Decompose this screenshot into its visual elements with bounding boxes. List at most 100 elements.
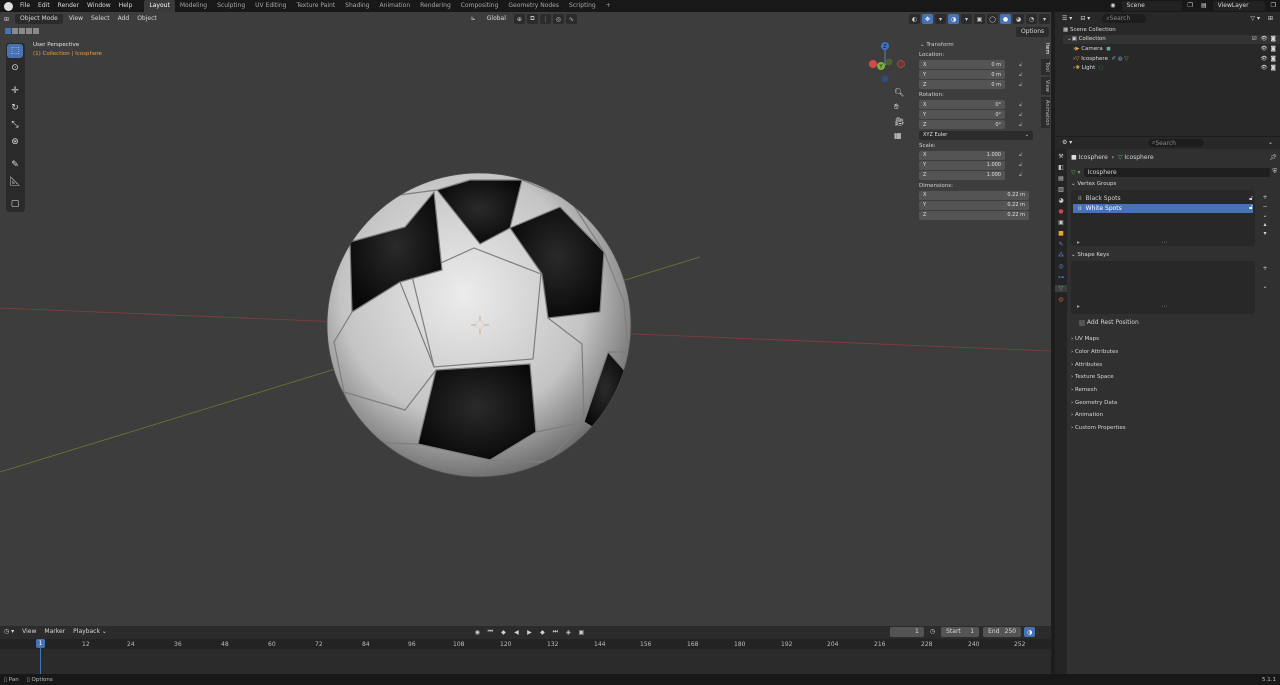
camera-row[interactable]: › ▶ Camera ◼ 👁︎ ◙: [1063, 44, 1280, 54]
visibility-icon[interactable]: ◐: [909, 14, 920, 24]
uv-maps-panel-header[interactable]: › UV Maps: [1071, 333, 1277, 346]
lock-icon[interactable]: 🔓︎: [1019, 72, 1022, 78]
light-row[interactable]: › ✺ Light ◌ 👁︎ ◙: [1063, 63, 1280, 73]
lock-icon[interactable]: 🔓︎: [1019, 152, 1022, 158]
select-new-icon[interactable]: [5, 28, 11, 34]
blender-logo-icon[interactable]: [4, 1, 13, 11]
pin-icon[interactable]: 📌︎: [1269, 154, 1277, 161]
menu-edit[interactable]: Edit: [34, 0, 54, 12]
lock-icon[interactable]: 🔓︎: [1249, 204, 1253, 212]
lock-icon[interactable]: 🔓︎: [1019, 82, 1022, 88]
snap-icon[interactable]: ⧉: [526, 14, 538, 24]
scale-y-field[interactable]: Y 1.000: [919, 160, 1005, 170]
data-tab-icon[interactable]: ▽: [1055, 285, 1067, 292]
list-item[interactable]: ⁞⁞ Black Spots 🔓︎: [1073, 194, 1253, 204]
jump-keyframe-back-icon[interactable]: ◆: [498, 627, 509, 637]
outliner-search-input[interactable]: ⌕ Search: [1102, 14, 1147, 23]
material-tab-icon[interactable]: ◍: [1058, 296, 1063, 303]
tab-rendering[interactable]: Rendering: [415, 0, 456, 12]
remove-vertex-group-button[interactable]: −: [1262, 203, 1267, 210]
tab-tool[interactable]: Tool: [1041, 59, 1050, 76]
select-intersect-icon[interactable]: [33, 28, 39, 34]
add-workspace-icon[interactable]: +: [601, 0, 616, 12]
output-tab-icon[interactable]: ▤: [1058, 175, 1064, 182]
camera-render-icon[interactable]: ◙: [1271, 36, 1276, 42]
display-mode-icon[interactable]: ⊟ ▾: [1076, 13, 1094, 25]
modifiers-tab-icon[interactable]: ✎: [1058, 241, 1063, 248]
overlay-options-icon[interactable]: ▾: [961, 14, 972, 24]
vertex-group-specials-icon[interactable]: ⌄: [1262, 212, 1267, 219]
world-tab-icon[interactable]: ●: [1058, 208, 1063, 215]
gizmo-neg-x-icon[interactable]: [897, 60, 905, 68]
shape-keys-panel-header[interactable]: ⌄ Shape Keys: [1071, 249, 1277, 261]
timeline-menu-view[interactable]: View: [18, 626, 40, 638]
jump-start-icon[interactable]: ⏮: [485, 627, 496, 637]
measure-tool-icon[interactable]: 📐︎: [7, 175, 23, 189]
rendered-shading-icon[interactable]: ◔: [1026, 14, 1037, 24]
resize-handle-icon[interactable]: ⋯: [1162, 239, 1168, 246]
timeline-menu-playback[interactable]: Playback ⌄: [69, 626, 111, 638]
play-icon[interactable]: ▶: [524, 627, 535, 637]
editor-type-icon[interactable]: ⊞: [1, 14, 12, 24]
tab-item[interactable]: Item: [1041, 40, 1050, 58]
checkbox-icon[interactable]: ☑: [1252, 36, 1257, 42]
resize-handle-icon[interactable]: ⋯: [1162, 303, 1168, 310]
move-tool-icon[interactable]: ✛: [7, 84, 23, 98]
gizmo-neg-y-icon[interactable]: [885, 58, 893, 66]
scene-tab-icon[interactable]: ◕: [1058, 197, 1063, 204]
fake-user-icon[interactable]: ⛨: [1272, 168, 1277, 176]
xray-icon[interactable]: ▣: [974, 14, 985, 24]
options-dropdown[interactable]: Options: [1016, 27, 1050, 37]
eye-icon[interactable]: 👁︎: [1261, 56, 1268, 62]
menu-object[interactable]: Object: [133, 13, 161, 25]
gizmo-x-icon[interactable]: [869, 60, 877, 68]
camera-render-icon[interactable]: ◙: [1271, 46, 1276, 52]
keying-set-icon[interactable]: ◈: [562, 627, 574, 637]
snap-target-icon[interactable]: ⋮: [539, 14, 551, 24]
lock-icon[interactable]: 🔓︎: [1019, 62, 1022, 68]
keyframe-type-icon[interactable]: ▣: [575, 627, 587, 637]
move-down-icon[interactable]: ▾: [1263, 230, 1266, 237]
lock-icon[interactable]: 🔓︎: [1019, 122, 1022, 128]
attributes-panel-header[interactable]: › Attributes: [1071, 358, 1277, 371]
properties-editor-type-icon[interactable]: ⚙ ▾: [1058, 137, 1076, 149]
auto-keying-icon[interactable]: ◉: [471, 627, 483, 637]
menu-file[interactable]: File: [16, 0, 34, 12]
tab-geometry-nodes[interactable]: Geometry Nodes: [503, 0, 564, 12]
shape-key-specials-icon[interactable]: ⌄: [1262, 283, 1267, 290]
soccer-ball-mesh[interactable]: [326, 172, 632, 482]
start-frame-field[interactable]: Start 1: [941, 627, 980, 637]
jump-keyframe-forward-icon[interactable]: ◆: [537, 627, 548, 637]
lock-icon[interactable]: 🔓︎: [1019, 172, 1022, 178]
menu-window[interactable]: Window: [83, 0, 115, 12]
timeline-editor[interactable]: ◷ ▾ View Marker Playback ⌄ ◉ ⏮ ◆ ◀ ▶ ◆ ⏭…: [0, 626, 1051, 674]
3d-viewport[interactable]: ⊞ Object Mode View Select Add Object ⊾ G…: [0, 12, 1051, 626]
geometry-data-panel-header[interactable]: › Geometry Data: [1071, 396, 1277, 409]
animation-panel-header[interactable]: › Animation: [1071, 409, 1277, 422]
solid-shading-icon[interactable]: ●: [1000, 14, 1011, 24]
tab-compositing[interactable]: Compositing: [456, 0, 504, 12]
tab-scripting[interactable]: Scripting: [564, 0, 601, 12]
select-box-tool-icon[interactable]: ⬚: [7, 44, 23, 58]
menu-add[interactable]: Add: [114, 13, 134, 25]
overlay-toggle-icon[interactable]: ◑: [948, 14, 959, 24]
dimension-x-field[interactable]: X 0.22 m: [919, 190, 1029, 200]
timeline-menu-marker[interactable]: Marker: [40, 626, 69, 638]
timeline-editor-type-icon[interactable]: ◷ ▾: [0, 626, 18, 638]
properties-options-icon[interactable]: ⌄: [1264, 137, 1277, 149]
tab-sculpting[interactable]: Sculpting: [212, 0, 250, 12]
tab-animation[interactable]: Animation: [375, 0, 416, 12]
gizmo-options-icon[interactable]: ▾: [935, 14, 946, 24]
tab-modeling[interactable]: Modeling: [175, 0, 212, 12]
render-tab-icon[interactable]: ◧: [1058, 164, 1064, 171]
rotate-tool-icon[interactable]: ↻: [7, 101, 23, 115]
transform-tool-icon[interactable]: ⊛: [7, 135, 23, 149]
tool-tab-icon[interactable]: ⚒: [1058, 153, 1063, 160]
tab-uv-editing[interactable]: UV Editing: [250, 0, 291, 12]
tab-view[interactable]: View: [1041, 77, 1050, 95]
icosphere-row[interactable]: › ▽ Icosphere ✐ ◍ ▽ 👁︎ ◙: [1063, 54, 1280, 64]
tab-animation-sidebar[interactable]: Animation: [1041, 96, 1050, 129]
menu-render[interactable]: Render: [54, 0, 83, 12]
lock-icon[interactable]: 🔓︎: [1249, 195, 1253, 203]
move-up-icon[interactable]: ▴: [1263, 221, 1266, 228]
